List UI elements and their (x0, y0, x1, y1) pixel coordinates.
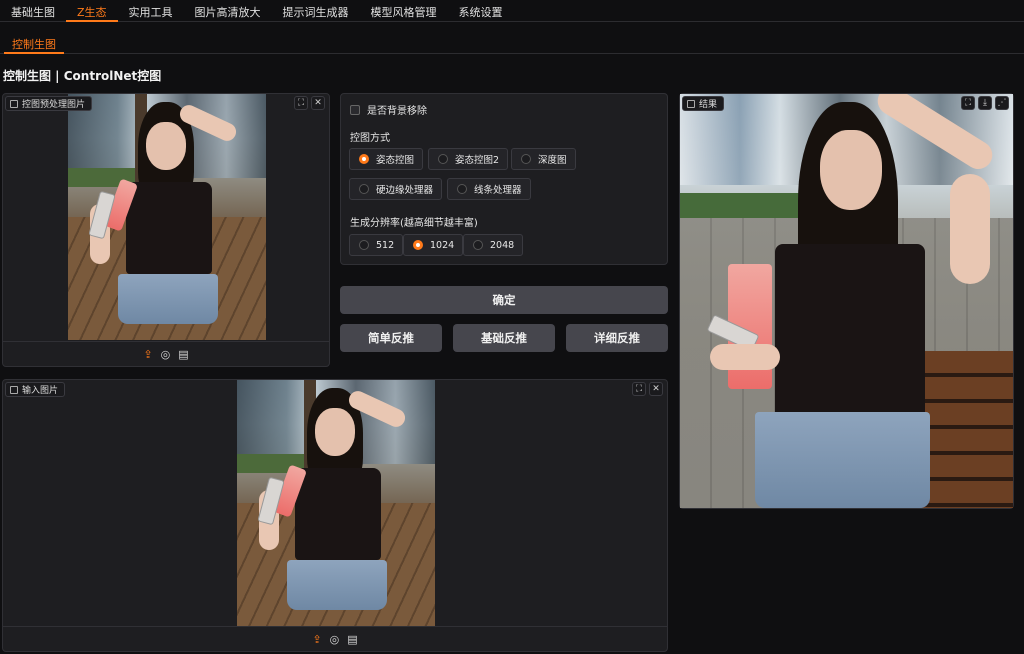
fullscreen-icon[interactable]: ⛶ (632, 382, 646, 396)
input-footer: ⇪ ◎ ▤ (3, 626, 667, 651)
input-image-label-text: 输入图片 (22, 386, 59, 396)
resolution-label: 生成分辨率(越高细节越丰富) (350, 218, 478, 229)
remove-bg-checkbox[interactable] (350, 104, 360, 115)
nav-tab-prompt-generator[interactable]: 提示词生成器 (272, 0, 360, 22)
download-icon[interactable]: ⤓ (978, 96, 992, 110)
page-title: 控制生图 | ControlNet控图 (3, 69, 162, 83)
image-icon (10, 99, 18, 108)
radio-res-1024[interactable]: 1024 (403, 234, 464, 256)
radio-label: 2048 (490, 239, 515, 251)
radio-res-2048[interactable]: 2048 (463, 234, 524, 256)
image-icon (10, 385, 18, 394)
image-icon (687, 99, 695, 108)
radio-dot-selected (413, 240, 423, 250)
nav-tab-upscale[interactable]: 图片高清放大 (184, 0, 272, 22)
nav-tab-z-ecosystem[interactable]: Z生态 (66, 0, 118, 22)
nav-tab-tools[interactable]: 实用工具 (118, 0, 184, 22)
remove-bg-row[interactable]: 是否背景移除 (350, 102, 427, 117)
top-nav: 基础生图 Z生态 实用工具 图片高清放大 提示词生成器 模型风格管理 系统设置 (0, 0, 1024, 22)
radio-label: 线条处理器 (474, 185, 522, 196)
radio-dot (521, 154, 531, 164)
radio-label: 硬边缘处理器 (376, 185, 434, 196)
nav-tab-basic[interactable]: 基础生图 (0, 0, 66, 22)
radio-dot (359, 184, 369, 194)
close-icon[interactable]: ✕ (649, 382, 663, 396)
preview-image-label: 控图预处理图片 (5, 96, 93, 111)
preview-image (68, 94, 266, 340)
webcam-icon[interactable]: ◎ (161, 348, 171, 361)
radio-hard-edge[interactable]: 硬边缘处理器 (349, 178, 443, 200)
radio-pose-control[interactable]: 姿态控图 (349, 148, 424, 170)
result-label: 结果 (682, 96, 725, 111)
radio-res-512[interactable]: 512 (349, 234, 404, 256)
basic-reverse-button[interactable]: 基础反推 (453, 324, 555, 352)
radio-line-art[interactable]: 线条处理器 (447, 178, 531, 200)
preview-footer: ⇪ ◎ ▤ (3, 341, 329, 366)
input-tools: ⛶ ✕ (632, 382, 663, 396)
radio-dot (438, 154, 448, 164)
radio-dot-selected (359, 154, 369, 164)
radio-dot (359, 240, 369, 250)
radio-dot (473, 240, 483, 250)
preview-tools: ⛶ ✕ (294, 96, 325, 110)
clipboard-icon[interactable]: ▤ (178, 348, 188, 361)
sub-nav: 控制生图 (0, 30, 1024, 54)
preview-image-label-text: 控图预处理图片 (22, 100, 86, 110)
clipboard-icon[interactable]: ▤ (347, 633, 357, 646)
detail-reverse-button[interactable]: 详细反推 (566, 324, 668, 352)
result-panel: 结果 ⛶ ⤓ ⋰ (679, 93, 1014, 509)
radio-dot (457, 184, 467, 194)
fullscreen-icon[interactable]: ⛶ (294, 96, 308, 110)
radio-label: 姿态控图2 (455, 155, 500, 166)
close-icon[interactable]: ✕ (311, 96, 325, 110)
radio-depth-map[interactable]: 深度图 (511, 148, 576, 170)
confirm-button[interactable]: 确定 (340, 286, 668, 314)
upload-icon[interactable]: ⇪ (312, 633, 321, 646)
preview-image-panel: 控图预处理图片 ⛶ ✕ ⇪ ◎ ▤ (2, 93, 330, 367)
input-image-panel: 输入图片 ⛶ ✕ ⇪ ◎ ▤ (2, 379, 668, 652)
nav-tab-model-style[interactable]: 模型风格管理 (360, 0, 448, 22)
share-icon[interactable]: ⋰ (995, 96, 1009, 110)
nav-tab-settings[interactable]: 系统设置 (448, 0, 514, 22)
control-mode-label: 控图方式 (350, 133, 390, 144)
webcam-icon[interactable]: ◎ (330, 633, 340, 646)
input-image (237, 380, 435, 626)
radio-label: 1024 (430, 239, 455, 251)
options-panel: 是否背景移除 控图方式 姿态控图 姿态控图2 深度图 硬边缘处理器 线条处理器 … (340, 93, 668, 265)
radio-pose-control-2[interactable]: 姿态控图2 (428, 148, 509, 170)
result-image (680, 94, 1013, 508)
fullscreen-icon[interactable]: ⛶ (961, 96, 975, 110)
remove-bg-label: 是否背景移除 (367, 106, 427, 117)
simple-reverse-button[interactable]: 简单反推 (340, 324, 442, 352)
upload-icon[interactable]: ⇪ (143, 348, 152, 361)
radio-label: 512 (376, 239, 395, 251)
radio-label: 深度图 (538, 155, 567, 166)
subtab-control-generate[interactable]: 控制生图 (4, 30, 64, 54)
radio-label: 姿态控图 (376, 155, 415, 166)
result-tools: ⛶ ⤓ ⋰ (961, 96, 1009, 110)
input-image-label: 输入图片 (5, 382, 66, 397)
result-label-text: 结果 (699, 100, 718, 110)
